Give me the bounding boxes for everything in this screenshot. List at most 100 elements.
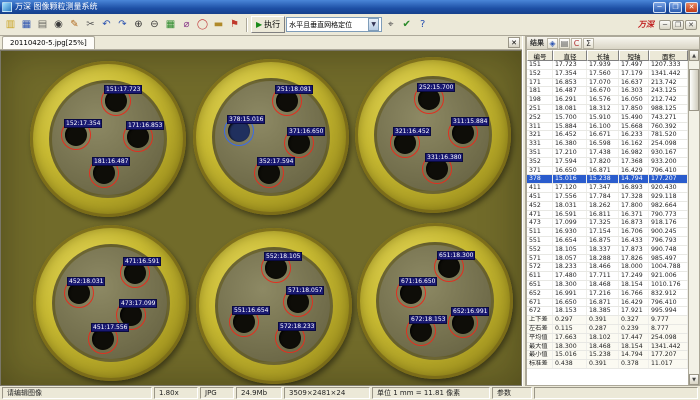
table-cell: 17.179 — [619, 70, 649, 78]
chevron-down-icon[interactable]: ▼ — [368, 18, 379, 31]
zoom-in-icon[interactable]: ⊕ — [131, 17, 146, 33]
check-icon[interactable]: ✔ — [399, 17, 414, 33]
grid-icon[interactable]: ▦ — [163, 17, 178, 33]
table-row[interactable]: 67116.65016.87116.429796.410 — [527, 299, 688, 308]
table-row[interactable]: 55218.10518.33717.873990.748 — [527, 246, 688, 255]
table-cell: 651 — [527, 281, 553, 289]
table-row[interactable]: 37116.65016.87116.429796.410 — [527, 167, 688, 176]
tab-close-button[interactable]: ✕ — [508, 37, 520, 48]
sum-icon[interactable]: Σ — [583, 38, 594, 49]
table-cell: 11.017 — [649, 360, 688, 368]
maximize-button[interactable]: ❐ — [669, 2, 682, 13]
undo-icon[interactable]: ↶ — [99, 17, 114, 33]
table-row[interactable]: 15217.35417.56017.1791341.442 — [527, 70, 688, 79]
ruler-icon[interactable]: ▬ — [211, 17, 226, 33]
table-row[interactable]: 15117.72317.93917.4971207.333 — [527, 61, 688, 70]
toolbar-icon-group-2: ⌖✔? — [383, 17, 430, 33]
table-cell: 18.081 — [553, 105, 587, 113]
table-row[interactable]: 51116.93017.15416.706900.245 — [527, 228, 688, 237]
results-scrollbar[interactable]: ▲ ▼ — [688, 50, 699, 385]
scrollbar-thumb[interactable] — [689, 69, 699, 111]
table-cell: 18.337 — [587, 246, 619, 254]
cut-icon[interactable]: ✂ — [83, 17, 98, 33]
pin-icon[interactable]: ◈ — [547, 38, 558, 49]
table-row[interactable]: 35217.59417.82017.368933.200 — [527, 158, 688, 167]
image-canvas[interactable]: 151:17.723152:17.354171:16.853181:16.487… — [0, 50, 522, 386]
table-cell: 16.162 — [619, 140, 649, 148]
execute-button[interactable]: ▶ 执行 — [251, 16, 285, 33]
minimize-button[interactable]: ─ — [653, 2, 666, 13]
column-header[interactable]: 短轴 — [619, 50, 649, 61]
table-row[interactable]: 55116.65416.87516.433796.793 — [527, 237, 688, 246]
help-icon[interactable]: ? — [415, 17, 430, 33]
table-row[interactable]: 19816.29116.57616.050212.742 — [527, 96, 688, 105]
table-cell: 17.480 — [553, 272, 587, 280]
table-row[interactable]: 65118.30018.46818.1541010.176 — [527, 281, 688, 290]
table-row[interactable]: 45218.03118.26217.800982.664 — [527, 202, 688, 211]
table-row[interactable]: 41117.12017.34716.893920.430 — [527, 184, 688, 193]
table-row[interactable]: 17116.85317.07016.637213.742 — [527, 79, 688, 88]
table-row[interactable]: 平均值17.66318.10217.447254.098 — [527, 334, 688, 343]
close-button[interactable]: ✕ — [685, 2, 698, 13]
table-row[interactable]: 25118.08118.31217.850988.125 — [527, 105, 688, 114]
table-row[interactable]: 37815.01615.23814.794177.207 — [527, 175, 688, 184]
table-row[interactable]: 最大值18.30018.46818.1541341.442 — [527, 343, 688, 352]
table-row[interactable]: 最小值15.01615.23814.794177.207 — [527, 351, 688, 360]
table-row[interactable]: 61117.48017.71117.249921.006 — [527, 272, 688, 281]
save-icon[interactable]: ▦ — [19, 17, 34, 33]
table-row[interactable]: 45117.55617.78417.328929.118 — [527, 193, 688, 202]
scrollbar-track[interactable] — [689, 61, 699, 374]
print-icon[interactable]: ▤ — [35, 17, 50, 33]
calibrate-icon[interactable]: ⌖ — [383, 17, 398, 33]
measurement-label: 311:15.884 — [451, 117, 489, 126]
table-row[interactable]: 18116.48716.67016.303243.125 — [527, 87, 688, 96]
edit-icon[interactable]: ✎ — [67, 17, 82, 33]
measurement-label: 181:16.487 — [92, 157, 130, 166]
print-icon[interactable]: ▤ — [559, 38, 570, 49]
child-close-button[interactable]: ✕ — [685, 20, 697, 30]
column-header[interactable]: 面积 — [649, 50, 688, 61]
table-cell: 17.328 — [619, 193, 649, 201]
table-row[interactable]: 25215.70015.91015.490743.271 — [527, 114, 688, 123]
table-row[interactable]: 31115.88416.10015.668760.392 — [527, 123, 688, 132]
image-tab[interactable]: 20110420-5.jpg[25%] — [2, 36, 95, 49]
table-cell: 17.800 — [619, 202, 649, 210]
measure-icon[interactable]: ⌀ — [179, 17, 194, 33]
table-row[interactable]: 65216.99117.21616.766832.912 — [527, 290, 688, 299]
table-cell: 15.668 — [619, 123, 649, 131]
column-header[interactable]: 编号 — [527, 50, 553, 61]
table-cell: 17.438 — [587, 149, 619, 157]
camera-icon[interactable]: ◉ — [51, 17, 66, 33]
column-header[interactable]: 直径 — [553, 50, 587, 61]
table-row[interactable]: 57218.23318.46618.0001004.788 — [527, 263, 688, 272]
zoom-out-icon[interactable]: ⊖ — [147, 17, 162, 33]
mode-dropdown[interactable]: 水平且垂直网格定位 ▼ — [286, 17, 382, 32]
table-row[interactable]: 32116.45216.67116.233781.520 — [527, 131, 688, 140]
table-cell: 900.245 — [649, 228, 688, 236]
measurement-label: 471:16.591 — [123, 257, 161, 266]
table-row[interactable]: 左右差0.1150.2870.2398.777 — [527, 325, 688, 334]
redo-icon[interactable]: ↷ — [115, 17, 130, 33]
table-cell: 15.016 — [553, 175, 587, 183]
flag-icon[interactable]: ⚑ — [227, 17, 242, 33]
table-row[interactable]: 47116.59116.81116.371790.773 — [527, 211, 688, 220]
table-cell: 1207.333 — [649, 61, 688, 69]
table-row[interactable]: 标准差0.4380.3910.37811.017 — [527, 360, 688, 369]
circle-tool-icon[interactable]: ◯ — [195, 17, 210, 33]
child-restore-button[interactable]: ❐ — [672, 20, 684, 30]
child-minimize-button[interactable]: ─ — [659, 20, 671, 30]
table-row[interactable]: 上下差0.2970.3910.3279.777 — [527, 316, 688, 325]
table-cell: 16.654 — [553, 237, 587, 245]
clear-icon[interactable]: C — [571, 38, 582, 49]
table-cell: 17.939 — [587, 61, 619, 69]
table-row[interactable]: 47317.09917.32516.873918.176 — [527, 219, 688, 228]
table-row[interactable]: 57118.05718.28817.826985.497 — [527, 255, 688, 264]
open-icon[interactable]: ▥ — [3, 17, 18, 33]
table-cell: 1341.442 — [649, 343, 688, 351]
scroll-down-icon[interactable]: ▼ — [689, 374, 699, 385]
table-row[interactable]: 33116.38016.59816.162254.098 — [527, 140, 688, 149]
table-row[interactable]: 35117.21017.43816.982930.167 — [527, 149, 688, 158]
column-header[interactable]: 长轴 — [587, 50, 619, 61]
table-row[interactable]: 67218.15318.38517.921995.994 — [527, 307, 688, 316]
scroll-up-icon[interactable]: ▲ — [689, 50, 699, 61]
